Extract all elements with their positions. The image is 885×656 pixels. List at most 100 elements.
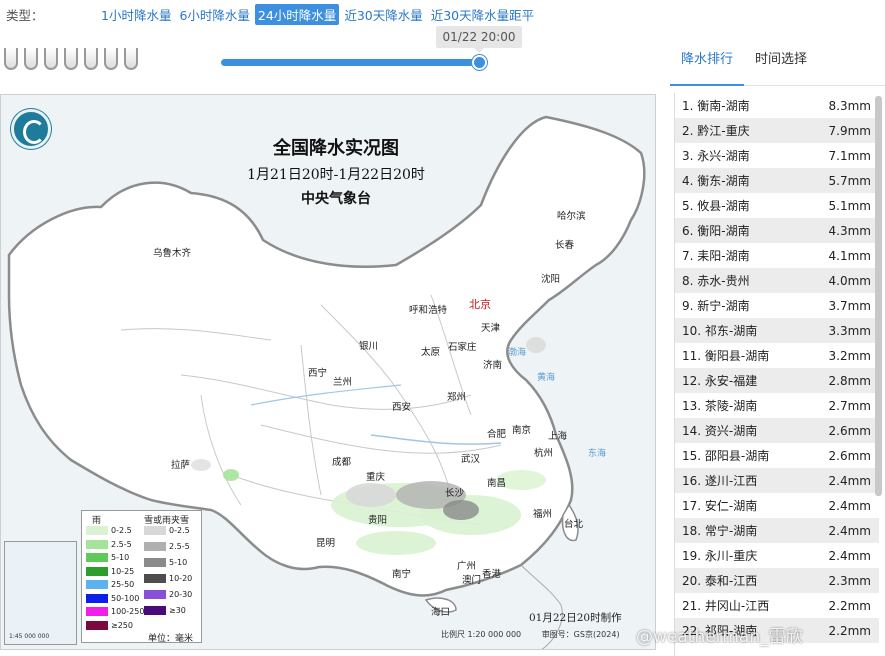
legend-swatch: [86, 580, 108, 589]
ranking-value: 2.4mm: [828, 548, 871, 563]
legend-snow-item: 20-30: [144, 590, 192, 599]
ranking-value: 2.6mm: [828, 448, 871, 463]
right-tabs: 降水排行 时间选择: [670, 40, 885, 86]
ranking-value: 4.0mm: [828, 273, 871, 288]
pause-icon[interactable]: [64, 48, 78, 70]
city-label: 济南: [483, 360, 503, 371]
ranking-row[interactable]: 6. 衡阳-湖南 4.3mm: [675, 218, 879, 243]
legend-snow-item: 10-20: [144, 574, 192, 583]
south-sea-inset: 1:45 000 000: [4, 541, 77, 645]
time-tooltip: 01/22 20:00: [436, 26, 522, 53]
ranking-row[interactable]: 21. 井冈山-江西 2.2mm: [675, 593, 879, 618]
ranking-row[interactable]: 1. 衡南-湖南 8.3mm: [675, 93, 879, 118]
ranking-station: 3. 永兴-湖南: [682, 149, 750, 163]
ranking-row[interactable]: 10. 祁东-湖南 3.3mm: [675, 318, 879, 343]
ranking-value: 4.3mm: [828, 223, 871, 238]
ranking-row[interactable]: 7. 耒阳-湖南 4.1mm: [675, 243, 879, 268]
tab-ranking[interactable]: 降水排行: [670, 40, 745, 86]
city-label: 南宁: [392, 569, 412, 580]
legend: 雨 雪或雨夹雪 0-2.5 2.5-5 5-10 10-25 25-50 50-100 10…: [81, 510, 202, 644]
ranking-row[interactable]: 9. 新宁-湖南 3.7mm: [675, 293, 879, 318]
ranking-row[interactable]: 13. 茶陵-湖南 2.7mm: [675, 393, 879, 418]
ranking-row[interactable]: 15. 邵阳县-湖南 2.6mm: [675, 443, 879, 468]
ranking-value: 2.4mm: [828, 498, 871, 513]
ranking-station: 4. 衡东-湖南: [682, 174, 750, 188]
legend-swatch: [86, 526, 108, 535]
scale-bar: 比例尺 1:20 000 000 审图号：GS京(2024): [441, 629, 638, 640]
legend-rain-item: 2.5-5: [86, 539, 132, 549]
legend-rain-item: 0-2.5: [86, 526, 132, 535]
legend-rain-item: 25-50: [86, 580, 134, 589]
legend-rain-header: 雨: [92, 516, 102, 526]
first-frame-icon[interactable]: [4, 48, 18, 70]
legend-snow-item: ≥30: [144, 606, 186, 615]
made-by-label: 01月22日20时制作: [529, 612, 622, 624]
legend-label: 10-20: [169, 574, 193, 583]
scale-label: 比例尺 1:20 000 000: [441, 630, 522, 639]
ranking-row[interactable]: 4. 衡东-湖南 5.7mm: [675, 168, 879, 193]
tab-30d-anomaly[interactable]: 近30天降水量距平: [428, 4, 537, 25]
ranking-station: 10. 祁东-湖南: [682, 324, 758, 338]
tab-time-select[interactable]: 时间选择: [744, 40, 818, 86]
tab-24h-precip[interactable]: 24小时降水量: [254, 3, 340, 25]
city-label: 广州: [457, 561, 477, 572]
legend-label: 25-50: [111, 580, 135, 589]
ranking-station: 21. 井冈山-江西: [682, 599, 770, 613]
tab-1h-precip[interactable]: 1小时降水量: [98, 4, 174, 25]
ranking-row[interactable]: 5. 攸县-湖南 5.1mm: [675, 193, 879, 218]
prev-frame-icon[interactable]: [24, 48, 38, 70]
time-slider-track[interactable]: [221, 59, 479, 66]
ranking-value: 3.3mm: [828, 323, 871, 338]
ranking-row[interactable]: 8. 赤水-贵州 4.0mm: [675, 268, 879, 293]
city-label: 拉萨: [171, 460, 191, 471]
type-label: 类型：: [6, 7, 44, 23]
ranking-scrollbar[interactable]: [875, 96, 882, 496]
city-label: 哈尔滨: [557, 211, 586, 222]
ranking-station: 13. 茶陵-湖南: [682, 399, 758, 413]
legend-swatch: [144, 526, 166, 535]
ranking-station: 12. 永安-福建: [682, 374, 758, 388]
map-title-block: 全国降水实况图 1月21日20时-1月22日20时 中央气象台: [201, 135, 471, 211]
ranking-value: 7.1mm: [828, 148, 871, 163]
map-title: 全国降水实况图: [273, 138, 399, 159]
city-label: 西宁: [308, 368, 328, 379]
legend-swatch: [86, 620, 108, 630]
precip-app: { "typebar": { "label": "类型：", "tabs": […: [0, 0, 885, 656]
legend-snow-item: 0-2.5: [144, 526, 190, 535]
ranking-row[interactable]: 3. 永兴-湖南 7.1mm: [675, 143, 879, 168]
ranking-station: 14. 资兴-湖南: [682, 424, 758, 438]
legend-unit: 单位：毫米: [148, 634, 194, 644]
ranking-row[interactable]: 2. 黔江-重庆 7.9mm: [675, 118, 879, 143]
legend-swatch: [144, 590, 166, 599]
city-label: 海口: [431, 607, 451, 618]
city-label: 长沙: [445, 488, 465, 499]
last-frame-icon[interactable]: [104, 48, 118, 70]
city-label: 郑州: [447, 392, 467, 403]
tab-6h-precip[interactable]: 6小时降水量: [176, 4, 252, 25]
play-icon[interactable]: [44, 48, 58, 70]
next-frame-icon[interactable]: [84, 48, 98, 70]
ranking-list[interactable]: 1. 衡南-湖南 8.3mm 2. 黔江-重庆 7.9mm 3. 永兴-湖南 7.1mm 4…: [674, 93, 879, 656]
ranking-row[interactable]: 11. 衡阳县-湖南 3.2mm: [675, 343, 879, 368]
legend-label: 20-30: [169, 590, 193, 599]
legend-label: 0-2.5: [111, 526, 132, 535]
speed-icon[interactable]: [124, 48, 138, 70]
ranking-row[interactable]: 16. 遂川-江西 2.4mm: [675, 468, 879, 493]
ranking-row[interactable]: 18. 常宁-湖南 2.4mm: [675, 518, 879, 543]
city-label: 杭州: [534, 448, 554, 459]
legend-label: 2.5-5: [169, 542, 190, 551]
ranking-row[interactable]: 17. 安仁-湖南 2.4mm: [675, 493, 879, 518]
legend-rain-item: 5-10: [86, 553, 129, 562]
ranking-row[interactable]: 19. 永川-重庆 2.4mm: [675, 543, 879, 568]
legend-swatch: [86, 566, 108, 576]
ranking-station: 2. 黔江-重庆: [682, 124, 750, 138]
time-slider-thumb[interactable]: [472, 55, 487, 70]
legend-label: 2.5-5: [111, 539, 132, 549]
legend-swatch: [86, 539, 108, 549]
ranking-row[interactable]: 14. 资兴-湖南 2.6mm: [675, 418, 879, 443]
sea-label: 东海: [588, 449, 607, 459]
ranking-row[interactable]: 20. 泰和-江西 2.3mm: [675, 568, 879, 593]
city-label: 南京: [512, 425, 532, 436]
ranking-row[interactable]: 12. 永安-福建 2.8mm: [675, 368, 879, 393]
tab-30d-precip[interactable]: 近30天降水量: [341, 4, 425, 25]
